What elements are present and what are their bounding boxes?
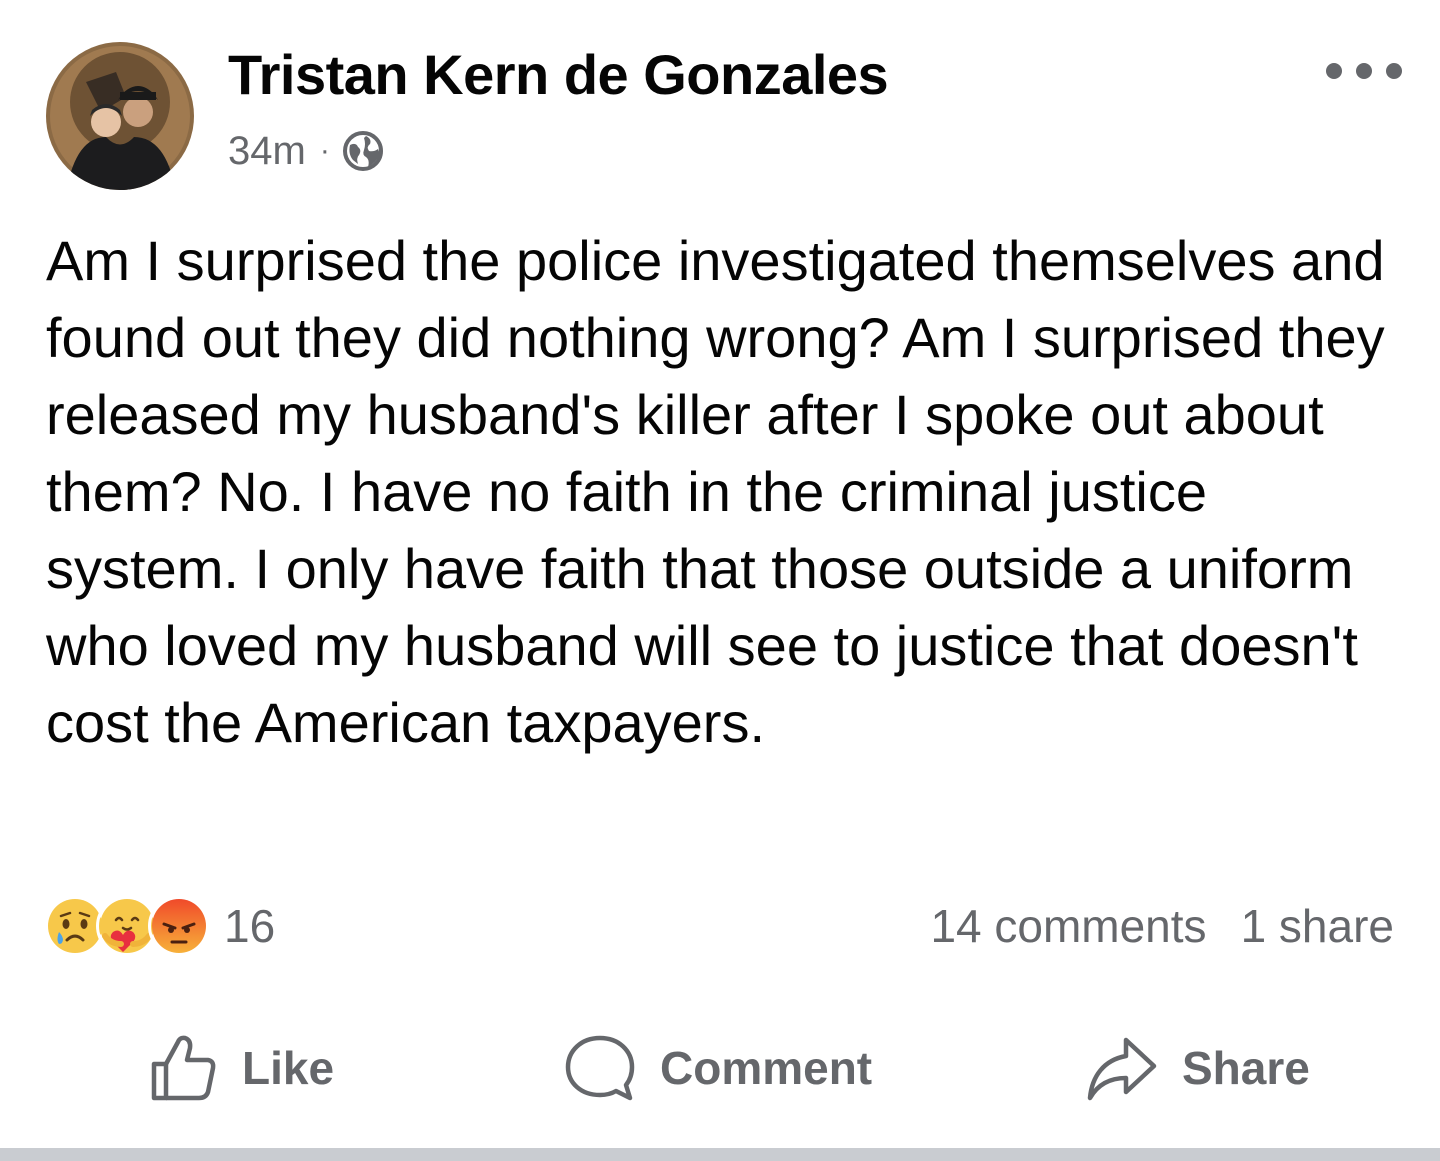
comment-button[interactable]: Comment — [564, 1030, 872, 1106]
share-arrow-icon — [1086, 1032, 1158, 1104]
globe-icon — [342, 130, 384, 172]
post-text: Am I surprised the police investigated t… — [46, 229, 1385, 754]
comment-bubble-icon — [564, 1032, 636, 1104]
feed-divider — [0, 1148, 1440, 1161]
avatar[interactable] — [46, 42, 194, 190]
action-bar: Like Comment Share — [0, 1030, 1440, 1106]
share-label: Share — [1182, 1042, 1310, 1094]
thumbs-up-icon — [146, 1032, 218, 1104]
author-name[interactable]: Tristan Kern de Gonzales — [228, 42, 889, 108]
reactions-summary[interactable]: 16 — [44, 894, 275, 958]
angry-emoji-icon — [148, 895, 210, 957]
engagement-stats: 14 comments 1 share — [930, 894, 1394, 958]
reaction-count: 16 — [224, 900, 276, 952]
shares-count[interactable]: 1 share — [1241, 899, 1394, 953]
like-label: Like — [242, 1042, 335, 1094]
post-timestamp[interactable]: 34m — [228, 129, 306, 174]
more-options-icon[interactable] — [1326, 56, 1402, 86]
post-meta: 34m · — [228, 126, 384, 176]
meta-separator: · — [319, 134, 330, 167]
share-button[interactable]: Share — [1086, 1030, 1310, 1106]
post-card: Tristan Kern de Gonzales 34m · Am I surp… — [0, 0, 1440, 1148]
comments-count[interactable]: 14 comments — [930, 899, 1206, 953]
like-button[interactable]: Like — [146, 1030, 334, 1106]
comment-label: Comment — [660, 1042, 873, 1094]
